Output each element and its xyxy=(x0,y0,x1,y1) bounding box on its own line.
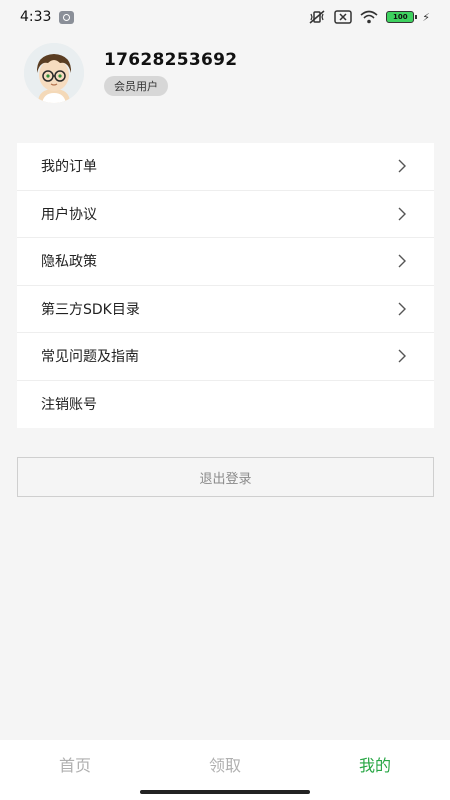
menu-item-orders[interactable]: 我的订单 xyxy=(17,143,434,191)
tab-home[interactable]: 首页 xyxy=(0,752,150,776)
charging-icon: ⚡ xyxy=(422,10,430,24)
menu-item-sdk-list[interactable]: 第三方SDK目录 xyxy=(17,286,434,333)
status-time: 4:33 xyxy=(20,9,52,25)
logout-button[interactable]: 退出登录 xyxy=(17,457,434,497)
member-badge: 会员用户 xyxy=(104,76,168,96)
profile-info: 17628253692 会员用户 xyxy=(104,50,237,96)
menu-item-delete-account[interactable]: 注销账号 xyxy=(17,381,434,429)
status-left: 4:33 xyxy=(20,9,75,25)
avatar-illustration xyxy=(24,43,84,103)
menu-item-faq[interactable]: 常见问题及指南 xyxy=(17,333,434,381)
profile-header: 17628253692 会员用户 xyxy=(24,43,237,103)
wifi-icon xyxy=(360,10,378,24)
avatar[interactable] xyxy=(24,43,84,103)
no-sim-icon xyxy=(334,10,353,24)
menu-item-privacy-policy[interactable]: 隐私政策 xyxy=(17,238,434,286)
status-bar: 4:33 100 ⚡ xyxy=(0,0,450,34)
menu-item-label: 隐私政策 xyxy=(41,254,97,271)
status-right: 100 ⚡ xyxy=(308,10,430,24)
user-phone: 17628253692 xyxy=(104,50,238,70)
menu-item-label: 常见问题及指南 xyxy=(41,349,139,366)
tab-claim[interactable]: 领取 xyxy=(150,752,300,776)
settings-menu: 我的订单 用户协议 隐私政策 第三方SDK目录 常见问题及指南 注销账号 xyxy=(17,143,434,428)
menu-item-user-agreement[interactable]: 用户协议 xyxy=(17,191,434,238)
battery-level: 100 xyxy=(392,13,408,21)
chevron-right-icon xyxy=(398,159,406,173)
chevron-right-icon xyxy=(398,302,406,316)
battery-icon: 100 xyxy=(386,11,418,23)
menu-item-label: 注销账号 xyxy=(41,397,97,414)
home-indicator[interactable] xyxy=(140,790,310,794)
wrench-icon xyxy=(59,10,75,24)
tab-mine[interactable]: 我的 xyxy=(300,752,450,776)
vibrate-mute-icon xyxy=(309,10,325,24)
chevron-right-icon xyxy=(398,207,406,221)
menu-item-label: 我的订单 xyxy=(41,159,97,176)
menu-item-label: 第三方SDK目录 xyxy=(41,301,140,318)
chevron-right-icon xyxy=(398,254,406,268)
chevron-right-icon xyxy=(398,349,406,363)
menu-item-label: 用户协议 xyxy=(41,206,97,223)
